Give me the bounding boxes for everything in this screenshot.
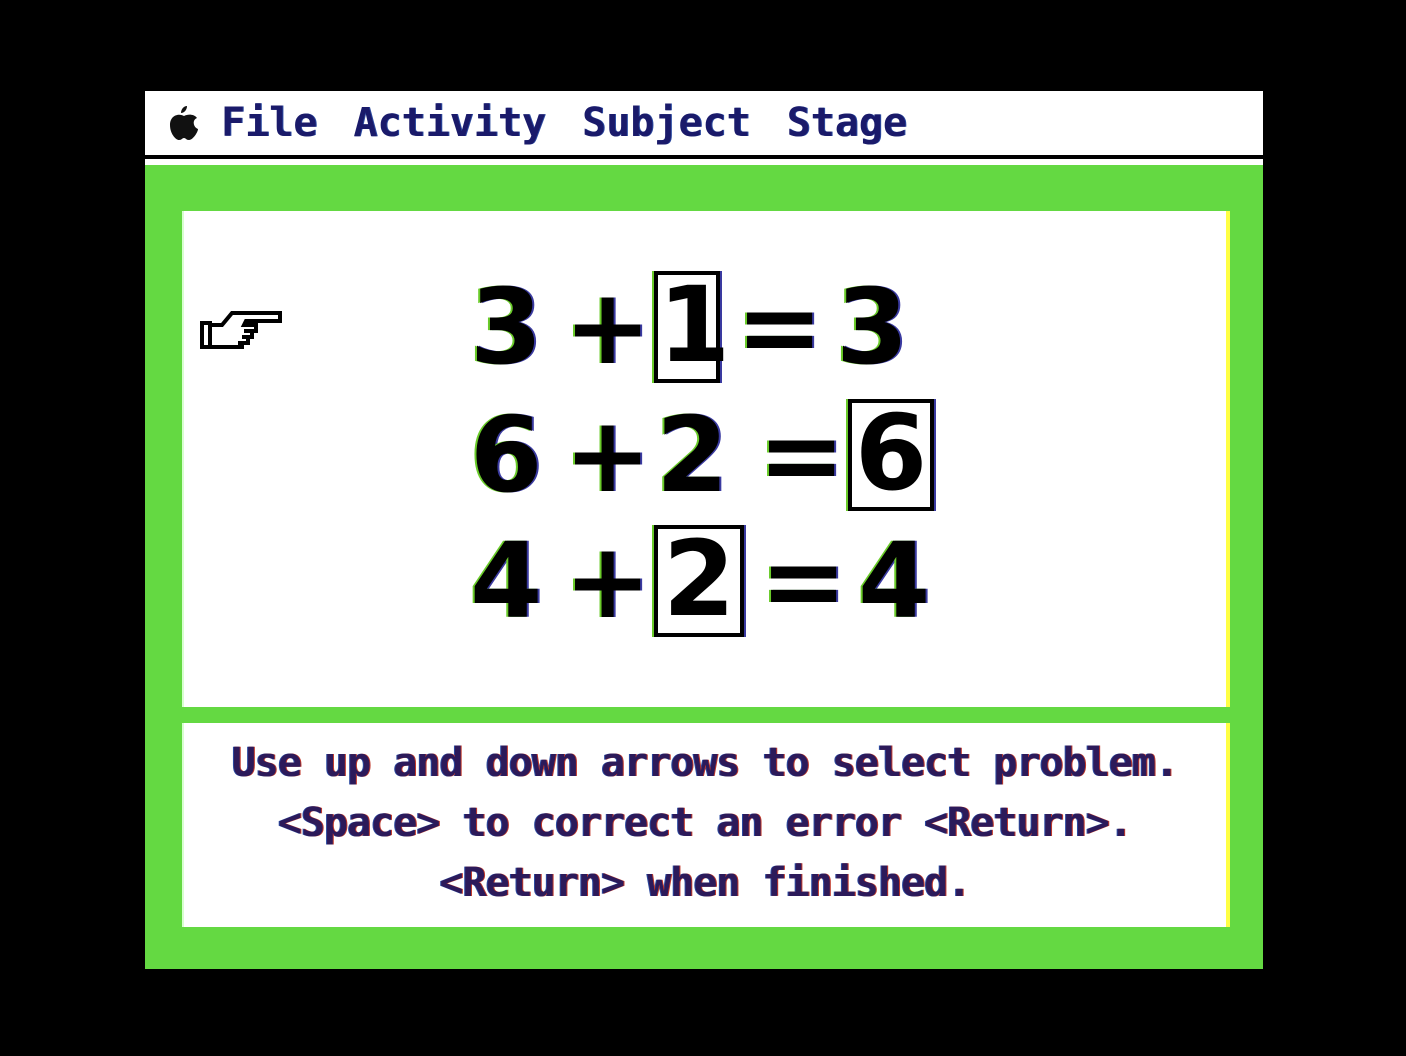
plus-sign: + [564,266,652,388]
answer-box[interactable]: 2 [654,523,744,637]
operand-b: 2 [662,518,736,640]
operand-b: 2 [656,394,729,516]
apple-logo-icon[interactable] [167,104,201,142]
menu-stage[interactable]: Stage [787,100,907,146]
monitor-frame: File Activity Subject Stage 3 + 1 = 3 6 … [0,0,1406,1056]
answer-box[interactable]: 1 [654,269,730,383]
operand-a: 3 [470,266,543,388]
app-screen: File Activity Subject Stage 3 + 1 = 3 6 … [145,91,1263,969]
equals-sign: = [760,520,848,642]
instruction-line-1: Use up and down arrows to select problem… [231,740,1179,786]
instructions-panel: Use up and down arrows to select problem… [182,723,1230,927]
operand-a: 6 [470,394,543,516]
equals-sign: = [736,266,824,388]
answer-box[interactable]: 6 [848,397,934,511]
menu-subject[interactable]: Subject [582,100,751,146]
result: 4 [858,520,931,642]
menu-bar: File Activity Subject Stage [145,91,1263,159]
problems-panel: 3 + 1 = 3 6 + 2 = 6 4 + 2 = 4 [182,211,1230,707]
menu-activity[interactable]: Activity [353,100,546,146]
menu-file[interactable]: File [221,100,317,146]
plus-sign: + [564,394,652,516]
operand-a: 4 [470,520,543,642]
instruction-line-2: <Space> to correct an error <Return>. [277,800,1133,846]
plus-sign: + [564,520,652,642]
instruction-line-3: <Return> when finished. [439,860,972,906]
result: 6 [854,392,928,514]
pointing-hand-icon [200,311,282,349]
operand-b: 1 [658,264,731,386]
result: 3 [836,266,909,388]
equals-sign: = [758,394,846,516]
